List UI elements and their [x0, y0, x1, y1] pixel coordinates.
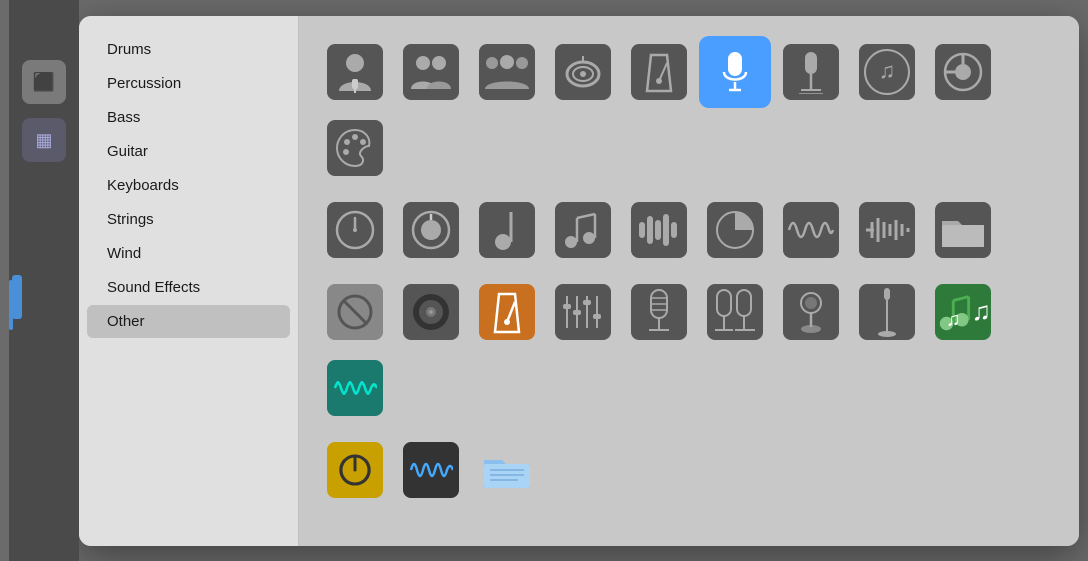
group-icon-cell[interactable]: [471, 36, 543, 108]
disabled-cell[interactable]: [319, 276, 391, 348]
mic-selected-cell[interactable]: [699, 36, 771, 108]
icon-grid-area: ♫: [299, 16, 1079, 546]
icon-row-4: [319, 434, 1059, 506]
yellow-power-cell[interactable]: [319, 434, 391, 506]
quarter-note-cell[interactable]: [471, 194, 543, 266]
teal-wave-cell[interactable]: [319, 352, 391, 424]
green-music-cell[interactable]: ♫ ♫: [927, 276, 999, 348]
icon-row-1: ♫: [319, 36, 1059, 184]
metronome-orange-cell[interactable]: [471, 276, 543, 348]
double-note-cell[interactable]: [547, 194, 619, 266]
voice-level-cell[interactable]: [851, 194, 923, 266]
sidebar-item-strings[interactable]: Strings: [87, 203, 290, 236]
clock-cell[interactable]: [319, 194, 391, 266]
duo-icon-cell[interactable]: [395, 36, 467, 108]
icon-row-2: [319, 194, 1059, 266]
mic-blue-icon: [12, 275, 22, 319]
condenser-mic-cell[interactable]: [623, 276, 695, 348]
sidebar-item-keyboards[interactable]: Keyboards: [87, 169, 290, 202]
app-sidebar-icon-1[interactable]: ⬛: [22, 60, 66, 104]
mic-stand-cell[interactable]: [775, 36, 847, 108]
mixer-cell[interactable]: [547, 276, 619, 348]
blue-folder-cell[interactable]: [471, 434, 543, 506]
sidebar-item-percussion[interactable]: Percussion: [87, 67, 290, 100]
app-sidebar-icon-2[interactable]: ▦: [22, 118, 66, 162]
person-mic-icon-cell[interactable]: [319, 36, 391, 108]
sidebar-item-sound-effects[interactable]: Sound Effects: [87, 271, 290, 304]
tall-mic-stand-cell[interactable]: [851, 276, 923, 348]
sidebar-item-other[interactable]: Other: [87, 305, 290, 338]
palette-cell[interactable]: [319, 112, 391, 184]
plugin-cell[interactable]: [927, 36, 999, 108]
knob-cell[interactable]: [395, 194, 467, 266]
sidebar-item-wind[interactable]: Wind: [87, 237, 290, 270]
speaker-cell[interactable]: [395, 276, 467, 348]
svg-text:♫: ♫: [879, 58, 896, 83]
sidebar-item-drums[interactable]: Drums: [87, 33, 290, 66]
dish-icon-cell[interactable]: [547, 36, 619, 108]
pie-timer-cell[interactable]: [699, 194, 771, 266]
desk-mic-cell[interactable]: [775, 276, 847, 348]
category-sidebar: Drums Percussion Bass Guitar Keyboards S…: [79, 16, 299, 546]
icon-row-3: ♫ ♫: [319, 276, 1059, 424]
svg-text:♫: ♫: [946, 309, 960, 330]
sidebar-item-guitar[interactable]: Guitar: [87, 135, 290, 168]
dual-condenser-cell[interactable]: [699, 276, 771, 348]
sidebar-item-bass[interactable]: Bass: [87, 101, 290, 134]
sound-wave-cell[interactable]: [775, 194, 847, 266]
dark-wave-cell[interactable]: [395, 434, 467, 506]
metronome-icon-cell[interactable]: [623, 36, 695, 108]
music-note-cell[interactable]: ♫: [851, 36, 923, 108]
folder-cell[interactable]: [927, 194, 999, 266]
waveform-bars-cell[interactable]: [623, 194, 695, 266]
